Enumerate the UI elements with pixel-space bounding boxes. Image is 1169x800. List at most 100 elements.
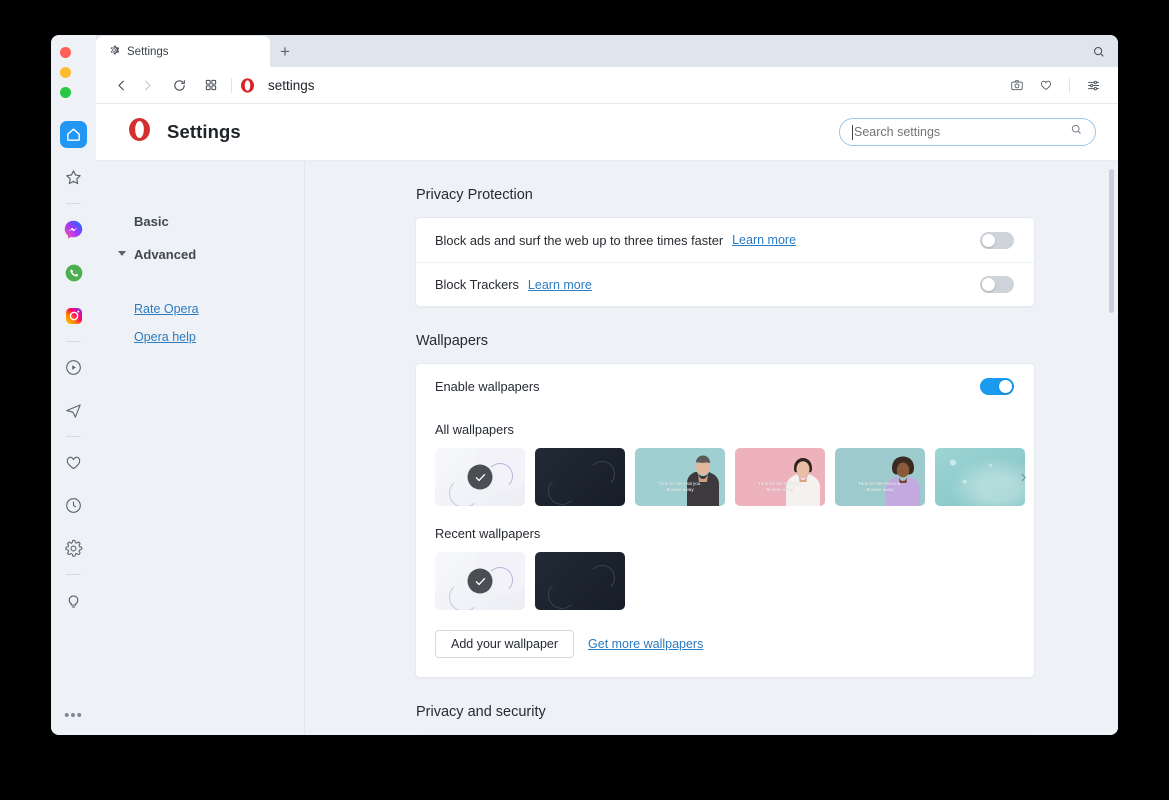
chevron-left-icon[interactable] (108, 72, 134, 98)
tab-title: Settings (127, 45, 169, 58)
learn-more-link-block-trackers[interactable]: Learn more (528, 278, 592, 292)
row-label-block-ads: Block ads and surf the web up to three t… (435, 232, 724, 248)
app-sidebar: ••• (51, 35, 96, 735)
settings-content: Privacy Protection Block ads and surf th… (305, 161, 1118, 735)
sidebar-item-home[interactable] (60, 121, 87, 148)
sidebar-item-speeddial[interactable] (60, 164, 87, 191)
grid-icon[interactable] (198, 72, 224, 98)
wallpaper-teal-woman[interactable]: Time for the real you. Browse away (835, 448, 925, 506)
row-label-enable-wallpapers: Enable wallpapers (435, 378, 540, 394)
address-bar: settings (96, 67, 1118, 104)
toggle-knob (982, 233, 995, 247)
chevron-down-icon (118, 251, 126, 256)
wallpaper-dark-abstract[interactable] (535, 552, 625, 610)
add-your-wallpaper-button[interactable]: Add your wallpaper (435, 630, 575, 658)
all-wallpapers-row[interactable]: Time for the real you. Browse away Time fo… (416, 448, 1034, 506)
wallpaper-light-abstract[interactable] (435, 552, 525, 610)
opera-logo-icon (126, 116, 153, 148)
sidebar-divider (66, 436, 81, 437)
label-all-wallpapers: All wallpapers (435, 422, 514, 437)
toolbar-right-icons (1004, 72, 1106, 98)
window-close-button[interactable] (60, 47, 71, 58)
wallpaper-aqua-bokeh[interactable] (935, 448, 1025, 506)
wallpapers-card: Enable wallpapers All wallpapers Time fo… (415, 363, 1035, 678)
toggle-block-trackers[interactable] (980, 276, 1014, 293)
label-recent-wallpapers: Recent wallpapers (435, 526, 541, 541)
sidebar-divider (66, 574, 81, 575)
content-scrollbar[interactable] (1109, 169, 1114, 729)
browser-pane: Settings + settings Settings Search sett… (96, 35, 1118, 735)
tab-strip: Settings + (96, 35, 1118, 67)
chevron-right-icon[interactable] (1014, 463, 1032, 491)
nav-label-advanced: Advanced (134, 247, 197, 262)
search-icon[interactable] (1070, 123, 1083, 141)
toolbar-divider (1069, 77, 1070, 93)
section-title-privacy-protection: Privacy Protection (416, 187, 533, 203)
toggle-enable-wallpapers[interactable] (980, 377, 1014, 395)
tab-settings[interactable]: Settings (96, 36, 270, 67)
window-maximize-button[interactable] (60, 87, 71, 98)
wallpaper-pink-woman[interactable]: Time for the real you. Browse away (735, 448, 825, 506)
opera-help-link[interactable]: Opera help (96, 323, 304, 351)
section-title-privacy-and-security: Privacy and security (416, 704, 546, 720)
learn-more-link-block-ads[interactable]: Learn more (732, 233, 796, 247)
sidebar-item-instagram[interactable] (60, 302, 87, 329)
sidebar-item-tips[interactable] (60, 587, 87, 614)
settings-header: Settings (96, 104, 1118, 161)
sidebar-more-button[interactable]: ••• (51, 708, 96, 723)
search-settings-box[interactable] (839, 118, 1096, 146)
get-more-wallpapers-link[interactable]: Get more wallpapers (588, 637, 703, 651)
rate-opera-link[interactable]: Rate Opera (96, 295, 304, 323)
search-icon[interactable] (1088, 41, 1110, 63)
toggle-block-ads[interactable] (980, 231, 1014, 249)
wallpaper-teal-man[interactable]: Time for the real you. Browse away (635, 448, 725, 506)
wallpaper-caption: Time for the real you. Browse away (658, 480, 702, 493)
sidebar-item-whatsapp[interactable] (60, 259, 87, 286)
sidebar-item-favorites[interactable] (60, 449, 87, 476)
row-block-trackers: Block Trackers Learn more (416, 262, 1034, 306)
wallpaper-light-abstract[interactable] (435, 448, 525, 506)
sidebar-item-history[interactable] (60, 492, 87, 519)
opera-logo-icon (239, 77, 256, 94)
row-label-block-trackers: Block Trackers (435, 277, 519, 292)
toolbar-divider (231, 77, 232, 93)
browser-window: ••• Settings + settings Settings Search … (51, 35, 1118, 735)
sidebar-item-basic[interactable]: Basic (96, 205, 304, 238)
sidebar-item-messenger[interactable] (60, 216, 87, 243)
row-enable-wallpapers: Enable wallpapers (416, 364, 1034, 408)
sidebar-item-advanced[interactable]: Advanced (96, 238, 304, 271)
privacy-and-security-card (415, 734, 1035, 735)
sidebar-item-telegram[interactable] (60, 397, 87, 424)
new-tab-button[interactable]: + (270, 36, 300, 67)
chevron-right-icon[interactable] (134, 72, 160, 98)
toggle-knob (999, 379, 1012, 393)
sidebar-item-player[interactable] (60, 354, 87, 381)
sidebar-divider (66, 203, 81, 204)
easy-setup-icon[interactable] (1080, 72, 1106, 98)
sidebar-divider (66, 341, 81, 342)
window-traffic-lights (51, 41, 96, 107)
text-caret (852, 125, 853, 140)
heart-icon[interactable] (1033, 72, 1059, 98)
privacy-protection-card: Block ads and surf the web up to three t… (415, 217, 1035, 307)
wallpaper-dark-abstract[interactable] (535, 448, 625, 506)
wallpaper-caption: Time for the real you. Browse away (758, 480, 802, 493)
gear-icon (108, 44, 120, 59)
camera-icon[interactable] (1004, 72, 1030, 98)
toggle-knob (982, 278, 995, 291)
window-minimize-button[interactable] (60, 67, 71, 78)
recent-wallpapers-row[interactable] (416, 552, 1034, 610)
reload-icon[interactable] (166, 72, 192, 98)
check-icon (467, 568, 493, 594)
wallpaper-caption: Time for the real you. Browse away (858, 480, 902, 493)
page-title: Settings (167, 121, 241, 142)
section-title-wallpapers: Wallpapers (416, 333, 488, 349)
row-block-ads: Block ads and surf the web up to three t… (416, 218, 1034, 262)
scrollbar-thumb[interactable] (1109, 169, 1114, 313)
nav-label-basic: Basic (134, 214, 169, 229)
url-text[interactable]: settings (268, 78, 315, 93)
search-input[interactable] (852, 125, 1070, 139)
check-icon (467, 464, 493, 490)
settings-body: Basic Advanced Rate Opera Opera help Pri… (96, 161, 1118, 735)
sidebar-item-settings[interactable] (60, 535, 87, 562)
